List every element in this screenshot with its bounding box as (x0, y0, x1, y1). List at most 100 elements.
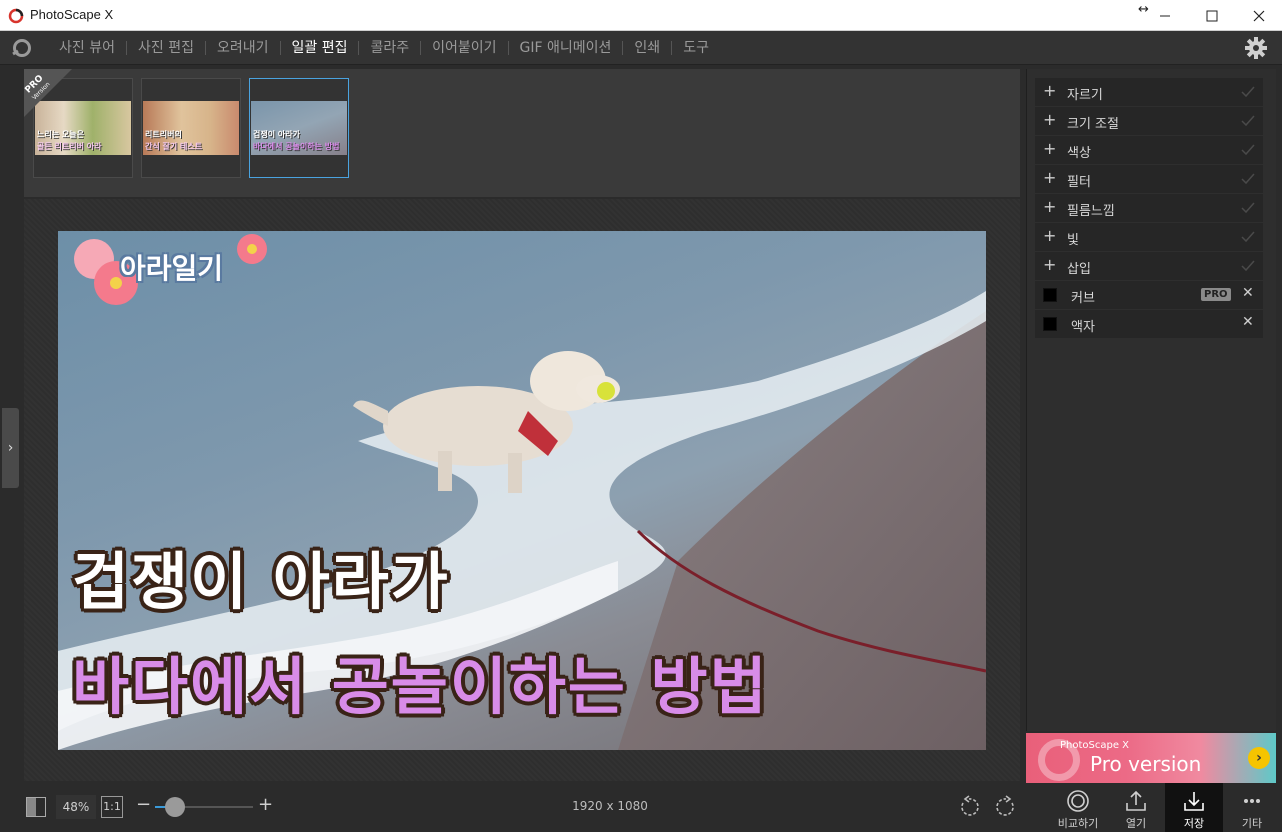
rotate-left-icon[interactable] (957, 795, 981, 819)
close-button[interactable] (1236, 0, 1282, 31)
promo-title: Pro version (1090, 752, 1202, 776)
menu-items: 사진 뷰어 사진 편집 오려내기 일괄 편집 콜라주 이어붙이기 GIF 애니메… (48, 31, 720, 65)
preview-canvas: 아라일기 겁쟁이 아라가 바다에서 공놀이하는 방법 (24, 199, 1020, 781)
tool-label: 빛 (1067, 233, 1079, 248)
plus-icon: + (1043, 139, 1057, 158)
thumbnail-caption-bottom: 바다에서 공놀이하는 방법 (253, 142, 340, 151)
image-dimensions: 1920 x 1080 (572, 799, 648, 813)
preview-image: 아라일기 겁쟁이 아라가 바다에서 공놀이하는 방법 (58, 231, 986, 750)
plus-icon: + (1043, 226, 1057, 245)
compare-icon (1067, 790, 1089, 812)
channel-logo-text: 아라일기 (120, 252, 224, 285)
menu-print[interactable]: 인쇄 (623, 31, 671, 65)
compare-button[interactable]: 비교하기 (1049, 783, 1107, 832)
tool-color[interactable]: + 색상 (1035, 136, 1263, 164)
tool-crop[interactable]: + 자르기 (1035, 78, 1263, 106)
menu-cut-out[interactable]: 오려내기 (206, 31, 280, 65)
minimize-button[interactable] (1142, 0, 1188, 31)
more-label: 기타 (1241, 817, 1263, 830)
tool-curves[interactable]: 커브 PRO ✕ (1035, 281, 1263, 309)
menu-batch-editor[interactable]: 일괄 편집 (281, 31, 359, 65)
thumbnail-caption-bottom: 골든 리트리버 아라 (37, 142, 102, 151)
tool-label: 삽입 (1067, 262, 1091, 277)
thumbnail-caption-top: 리트리버의 (145, 130, 182, 139)
check-icon[interactable] (1241, 85, 1255, 99)
menu-collage[interactable]: 콜라주 (359, 31, 420, 65)
frame-checkbox[interactable] (1043, 317, 1057, 331)
save-button[interactable]: 저장 (1165, 783, 1223, 832)
plus-icon: + (1043, 168, 1057, 187)
tool-list: + 자르기 + 크기 조절 + 색상 + 필터 + 필름느낌 + 빛 + 삽입 … (1035, 78, 1263, 339)
app-window: PhotoScape X ↔ 사진 뷰어 사진 편집 오려내기 일괄 편집 콜라… (0, 0, 1282, 832)
tool-label: 필터 (1067, 175, 1091, 190)
tool-label: 액자 (1071, 320, 1095, 335)
plus-icon: + (1043, 110, 1057, 129)
zoom-out-button[interactable]: − (136, 794, 151, 815)
main-menu-bar: 사진 뷰어 사진 편집 오려내기 일괄 편집 콜라주 이어붙이기 GIF 애니메… (0, 31, 1282, 65)
caption-line-1: 겁쟁이 아라가 (72, 545, 450, 618)
tool-label: 크기 조절 (1067, 117, 1119, 132)
split-view-icon[interactable] (26, 797, 46, 817)
upload-icon (1126, 790, 1146, 811)
thumbnail-caption-top: 겁쟁이 아라가 (253, 130, 300, 139)
thumbnail-image: 리트리버의 간식 잘기 테스트 (143, 101, 239, 155)
tool-label: 필름느낌 (1067, 204, 1115, 219)
window-title: PhotoScape X (30, 7, 114, 22)
tool-filter[interactable]: + 필터 (1035, 165, 1263, 193)
zoom-level-display[interactable]: 48% (56, 795, 96, 819)
tool-label: 커브 (1071, 291, 1095, 306)
tool-frame[interactable]: 액자 ✕ (1035, 310, 1263, 338)
more-dots-icon (1244, 799, 1260, 803)
zoom-in-button[interactable]: + (258, 794, 273, 815)
more-button[interactable]: 기타 (1223, 783, 1281, 832)
check-icon[interactable] (1241, 230, 1255, 244)
thumbnail-caption-top: 느리는 오늘은 (37, 130, 84, 139)
chevron-right-icon: › (7, 440, 14, 456)
maximize-button[interactable] (1189, 0, 1235, 31)
zoom-slider-knob[interactable] (164, 797, 185, 817)
actual-size-button[interactable]: 1:1 (101, 796, 123, 818)
check-icon[interactable] (1241, 143, 1255, 157)
expand-sidebar-handle[interactable]: › (2, 408, 19, 488)
close-icon (1253, 10, 1265, 21)
check-icon[interactable] (1241, 114, 1255, 128)
photoscape-logo-icon (8, 8, 24, 24)
close-icon[interactable]: ✕ (1242, 285, 1254, 301)
close-icon[interactable]: ✕ (1242, 314, 1254, 330)
pro-version-banner[interactable]: PhotoScape X Pro version › (1026, 733, 1276, 783)
plus-icon: + (1043, 81, 1057, 100)
save-label: 저장 (1183, 817, 1205, 830)
promo-brand: PhotoScape X (1060, 740, 1130, 751)
thumbnail-strip: 느리는 오늘은 골든 리트리버 아라 리트리버의 간식 잘기 테스트 겁쟁이 아… (24, 69, 1020, 197)
rotate-right-icon[interactable] (994, 795, 1018, 819)
title-bar: PhotoScape X ↔ (0, 0, 1282, 31)
plus-icon: + (1043, 197, 1057, 216)
curves-checkbox[interactable] (1043, 288, 1057, 302)
menu-gif-animation[interactable]: GIF 애니메이션 (509, 31, 623, 65)
check-icon[interactable] (1241, 201, 1255, 215)
chevron-right-icon[interactable]: › (1248, 747, 1270, 769)
thumbnail-image: 겁쟁이 아라가 바다에서 공놀이하는 방법 (251, 101, 347, 155)
tool-insert[interactable]: + 삽입 (1035, 252, 1263, 280)
plus-icon: + (1043, 255, 1057, 274)
menu-photo-editor[interactable]: 사진 편집 (127, 31, 205, 65)
tool-film[interactable]: + 필름느낌 (1035, 194, 1263, 222)
tool-resize[interactable]: + 크기 조절 (1035, 107, 1263, 135)
menu-photo-viewer[interactable]: 사진 뷰어 (48, 31, 126, 65)
open-button[interactable]: 열기 (1107, 783, 1165, 832)
check-icon[interactable] (1241, 259, 1255, 273)
gear-icon[interactable] (1245, 37, 1267, 59)
thumbnail-item-selected[interactable]: 겁쟁이 아라가 바다에서 공놀이하는 방법 (249, 78, 349, 178)
menu-combine[interactable]: 이어붙이기 (421, 31, 507, 65)
check-icon[interactable] (1241, 172, 1255, 186)
tool-light[interactable]: + 빛 (1035, 223, 1263, 251)
home-icon[interactable] (10, 37, 34, 59)
tool-label: 색상 (1067, 146, 1091, 161)
edit-tools-panel: + 자르기 + 크기 조절 + 색상 + 필터 + 필름느낌 + 빛 + 삽입 … (1026, 69, 1276, 731)
download-icon (1184, 792, 1204, 811)
pro-version-ribbon: PRO Version (24, 69, 72, 117)
caption-line-2: 바다에서 공놀이하는 방법 (72, 650, 769, 723)
menu-tools[interactable]: 도구 (672, 31, 720, 65)
compare-label: 비교하기 (1057, 817, 1099, 830)
thumbnail-item[interactable]: 리트리버의 간식 잘기 테스트 (141, 78, 241, 178)
